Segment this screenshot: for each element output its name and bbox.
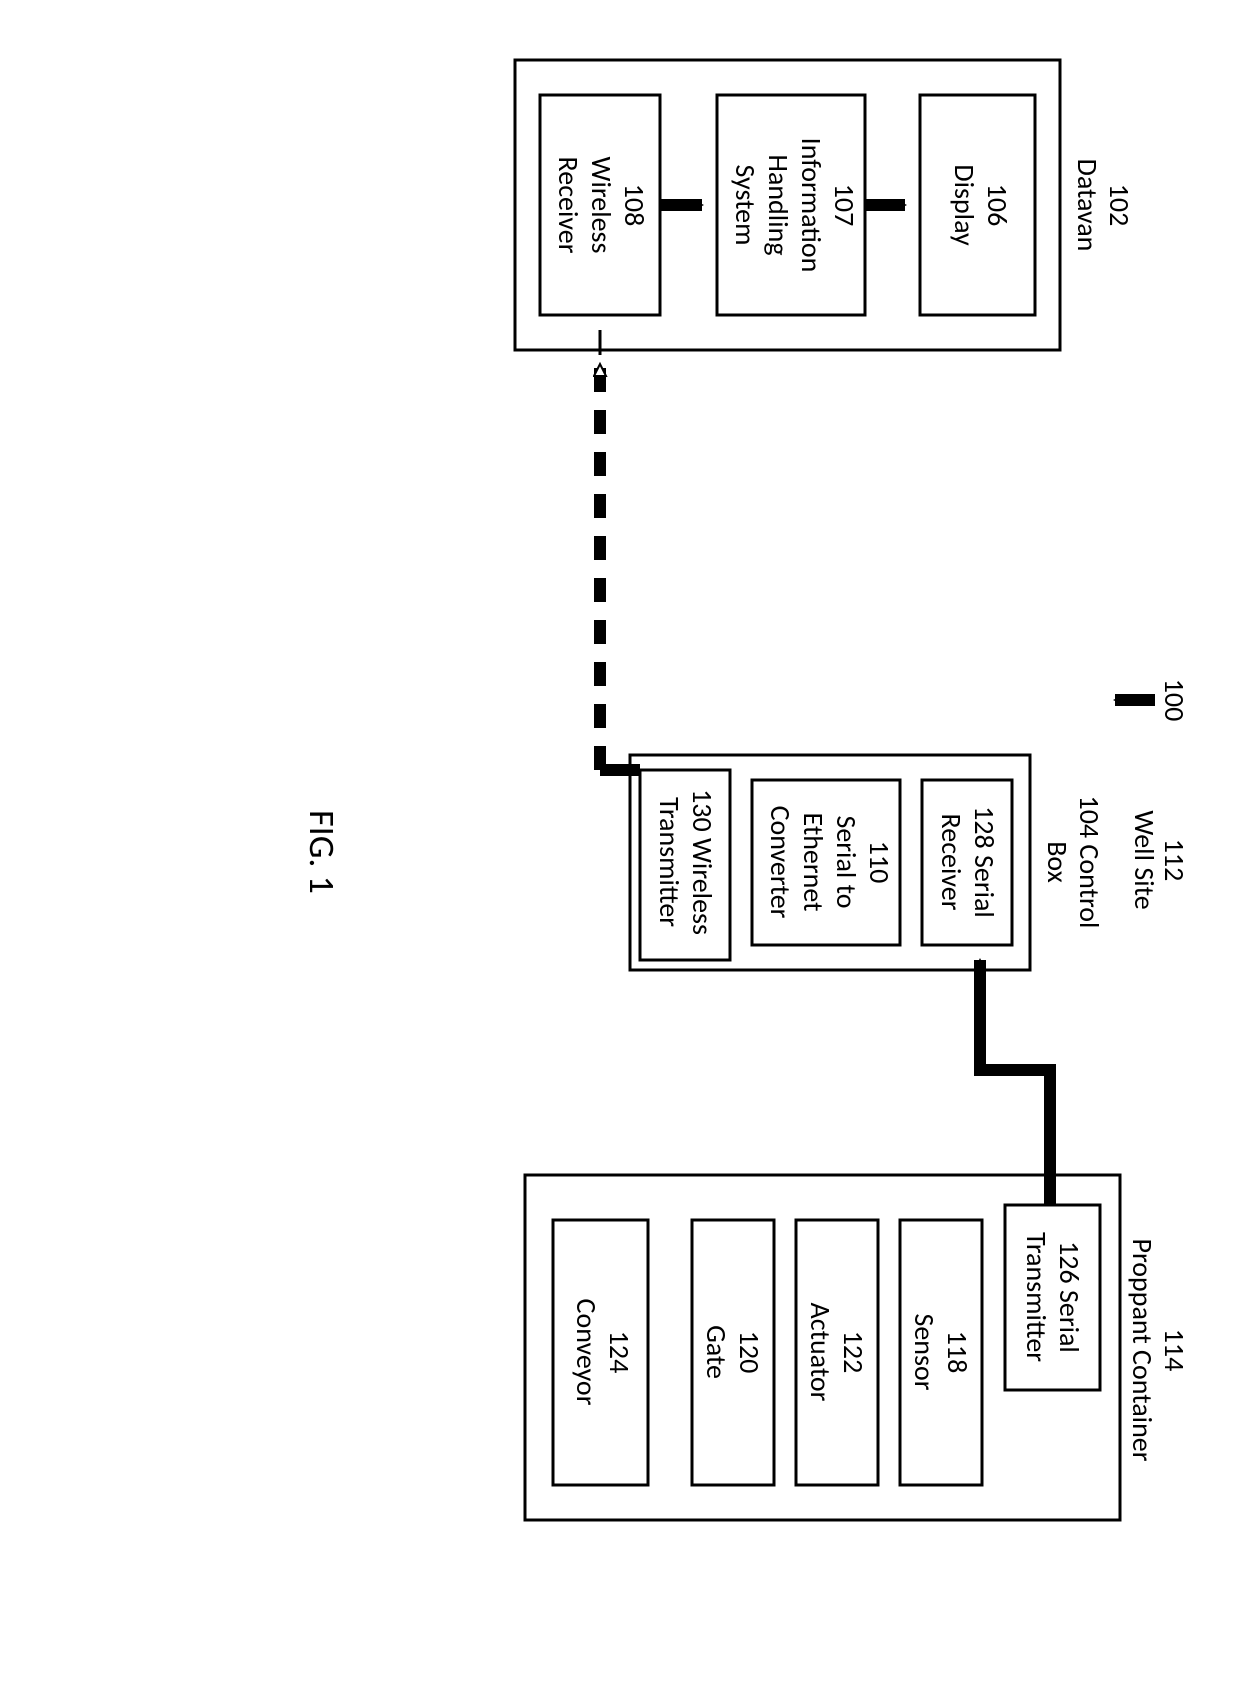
- system-ref-label: 100: [1157, 679, 1192, 722]
- ihs-ref: 107: [827, 184, 862, 227]
- datavan-ref: 102: [1102, 184, 1137, 227]
- serial-receiver-name: Receiver: [934, 814, 969, 911]
- proppant-ref: 114: [1157, 1329, 1192, 1372]
- wrx-l2: Receiver: [551, 157, 586, 254]
- gate-name: Gate: [699, 1325, 734, 1379]
- well-site-name: Well Site: [1127, 810, 1162, 909]
- wrx-l1: Wireless: [584, 157, 619, 254]
- serial-transmitter-name: Transmitter: [1019, 1232, 1054, 1362]
- ihs-l3: System: [728, 165, 763, 246]
- s2e-ref: 110: [862, 841, 897, 884]
- datavan-name: Datavan: [1070, 159, 1105, 252]
- proppant-name: Proppant Container: [1125, 1239, 1160, 1462]
- actuator-name: Actuator: [803, 1303, 838, 1402]
- conveyor-name: Conveyor: [569, 1299, 604, 1406]
- wtx-name: Transmitter: [652, 797, 687, 927]
- sensor-ref: 118: [940, 1331, 975, 1374]
- ihs-l2: Handling: [761, 154, 796, 255]
- serial-transmitter-ref: 126 Serial: [1052, 1241, 1087, 1353]
- figure-label: FIG. 1: [300, 810, 344, 894]
- display-name: Display: [947, 164, 982, 246]
- display-ref: 106: [980, 184, 1015, 227]
- controlbox-l2: Box: [1040, 841, 1075, 883]
- s2e-l1: Serial to: [829, 815, 864, 908]
- controlbox-l1: 104 Control: [1072, 796, 1107, 929]
- arrow-serial-link: [980, 960, 1050, 1205]
- sensor-name: Sensor: [907, 1314, 942, 1391]
- conveyor-ref: 124: [602, 1331, 637, 1374]
- actuator-ref: 122: [836, 1331, 871, 1374]
- ihs-l1: Information: [794, 138, 829, 273]
- s2e-l2: Ethernet: [796, 813, 831, 912]
- serial-receiver-ref: 128 Serial: [967, 806, 1002, 918]
- s2e-l3: Converter: [763, 806, 798, 919]
- wrx-ref: 108: [617, 184, 652, 227]
- wtx-ref: 130 Wireless: [685, 789, 720, 935]
- gate-ref: 120: [732, 1331, 767, 1374]
